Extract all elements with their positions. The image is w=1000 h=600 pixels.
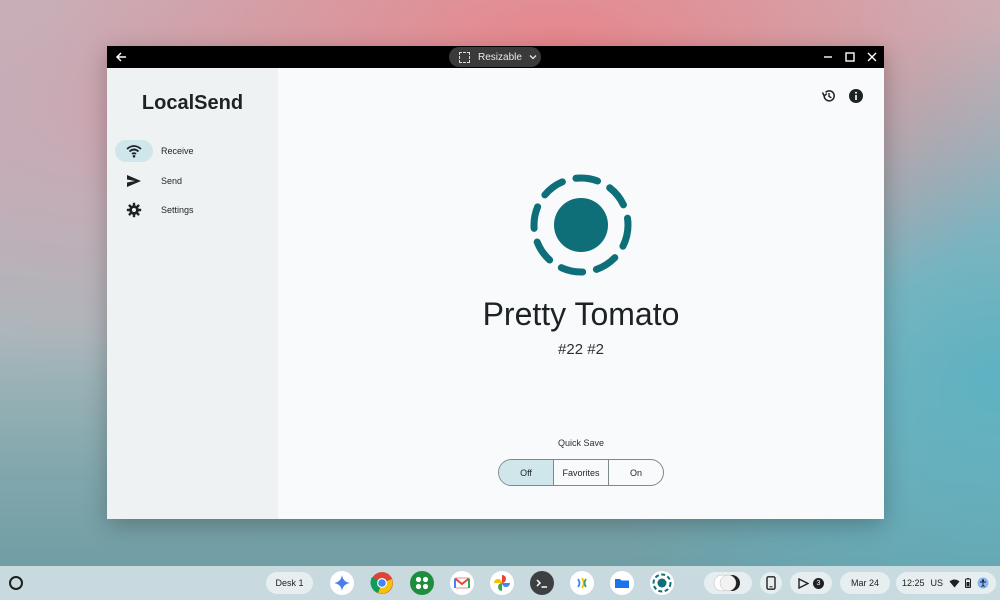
send-icon: [127, 175, 141, 187]
phone-hub-button[interactable]: [760, 572, 782, 594]
minimize-icon[interactable]: [821, 50, 835, 64]
nearby-share-app-icon[interactable]: [570, 571, 594, 595]
device-id: #22 #2: [558, 341, 604, 358]
history-icon[interactable]: [821, 88, 837, 104]
localsend-shelf-icon[interactable]: [650, 571, 674, 595]
app-title: LocalSend: [141, 92, 244, 114]
quick-save-favorites-button[interactable]: Favorites: [553, 460, 608, 485]
wifi-status-icon: [949, 579, 960, 587]
resize-icon: [459, 51, 470, 63]
sidebar-item-receive[interactable]: Receive: [115, 139, 270, 163]
input-method: US: [930, 578, 944, 588]
maximize-icon[interactable]: [843, 50, 857, 64]
sidebar-item-settings[interactable]: Settings: [115, 198, 270, 222]
files-app-icon[interactable]: [610, 571, 634, 595]
back-arrow-icon[interactable]: [113, 49, 129, 65]
sidebar: LocalSend Receive Send Settings: [107, 68, 278, 519]
resizable-dropdown[interactable]: Resizable: [449, 47, 541, 67]
terminal-app-icon[interactable]: [530, 571, 554, 595]
gemini-app-icon[interactable]: [330, 571, 354, 595]
chevron-down-icon: [529, 55, 537, 60]
chrome-app-icon[interactable]: [370, 571, 394, 595]
gmail-app-icon[interactable]: [450, 571, 474, 595]
sidebar-item-label: Receive: [161, 146, 194, 156]
google-workspace-app-icon[interactable]: [410, 571, 434, 595]
close-icon[interactable]: [865, 50, 879, 64]
photos-app-icon[interactable]: [490, 571, 514, 595]
status-area[interactable]: 12:25 US: [896, 572, 996, 594]
resizable-label: Resizable: [478, 51, 522, 63]
clock: 12:25: [902, 578, 925, 588]
quick-save-on-button[interactable]: On: [608, 460, 663, 485]
battery-icon: [965, 578, 972, 588]
info-icon[interactable]: [848, 88, 864, 104]
phone-icon: [766, 576, 776, 590]
notification-count: 3: [813, 577, 824, 589]
play-store-notification-icon: [798, 577, 809, 589]
localsend-logo-icon: [530, 174, 632, 276]
sidebar-item-label: Send: [161, 176, 183, 186]
notifications-button[interactable]: 3: [790, 572, 832, 594]
screenshot-thumbnails-icon: [713, 574, 740, 592]
holding-space-button[interactable]: [704, 572, 752, 594]
quick-save-label: Quick Save: [557, 438, 605, 448]
receive-page: Pretty Tomato #22 #2 Quick Save Off Favo…: [278, 68, 884, 519]
quick-save-off-button[interactable]: Off: [499, 460, 553, 485]
sidebar-item-label: Settings: [161, 205, 194, 215]
launcher-button[interactable]: [9, 576, 23, 590]
sidebar-item-send[interactable]: Send: [115, 169, 270, 193]
quick-save-toggle: Off Favorites On: [498, 459, 664, 486]
wifi-icon: [126, 145, 142, 158]
desk-button[interactable]: Desk 1: [266, 572, 313, 594]
shelf: Desk 1 3 Mar 24 12:25 US: [0, 566, 1000, 600]
app-window: Resizable LocalSend Receive Send Setting…: [107, 46, 884, 519]
date-chip[interactable]: Mar 24: [840, 572, 890, 594]
accessibility-icon: [977, 577, 989, 589]
device-name: Pretty Tomato: [482, 296, 680, 332]
gear-icon: [126, 202, 142, 218]
title-bar: Resizable: [107, 46, 884, 68]
